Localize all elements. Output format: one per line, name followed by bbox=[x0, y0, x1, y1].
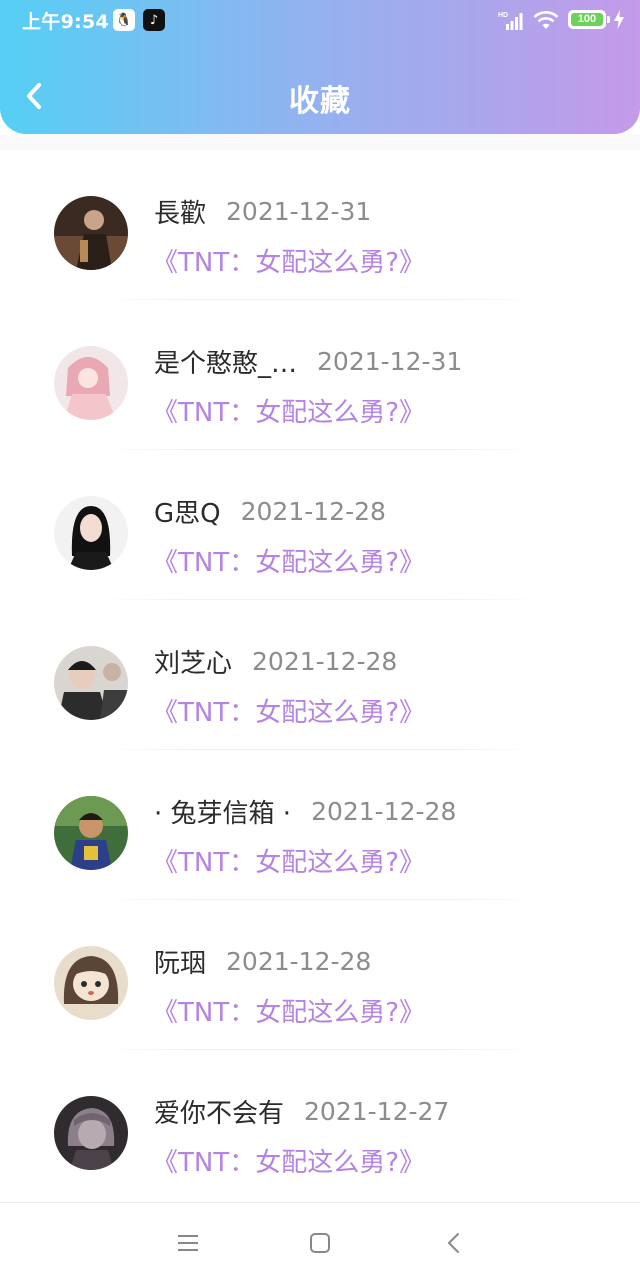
date: 2021-12-31 bbox=[226, 196, 372, 226]
user-name: 是个憨憨_… bbox=[154, 348, 298, 379]
user-name: 長歡 bbox=[154, 198, 207, 229]
home-button[interactable] bbox=[306, 1229, 334, 1257]
menu-button[interactable] bbox=[174, 1229, 202, 1257]
back-triangle-icon bbox=[448, 1233, 459, 1253]
list-item[interactable]: 長歡 2021-12-31 《TNT：女配这么勇?》 bbox=[0, 150, 640, 300]
avatar bbox=[54, 796, 128, 870]
book-title[interactable]: 《TNT：女配这么勇?》 bbox=[152, 392, 425, 429]
header-divider bbox=[0, 134, 640, 150]
charging-bolt-icon bbox=[614, 10, 624, 29]
status-bar: 上午9:54 🐧 ♪ HD 100 bbox=[0, 0, 640, 40]
battery-level: 100 bbox=[571, 13, 603, 26]
book-title[interactable]: 《TNT：女配这么勇?》 bbox=[152, 692, 425, 729]
battery-nub bbox=[607, 16, 610, 23]
user-name: 刘芝心 bbox=[154, 648, 233, 679]
list-item[interactable]: 刘芝心 2021-12-28 《TNT：女配这么勇?》 bbox=[0, 600, 640, 750]
list-item[interactable]: · 兔芽信箱 · 2021-12-28 《TNT：女配这么勇?》 bbox=[0, 750, 640, 900]
system-nav-bar bbox=[0, 1202, 640, 1280]
avatar bbox=[54, 946, 128, 1020]
wifi-icon bbox=[533, 11, 559, 29]
avatar bbox=[54, 496, 128, 570]
user-name: G思Q bbox=[154, 498, 221, 529]
list-item[interactable]: G思Q 2021-12-28 《TNT：女配这么勇?》 bbox=[0, 450, 640, 600]
avatar bbox=[54, 646, 128, 720]
page-title: 收藏 bbox=[289, 84, 351, 119]
date: 2021-12-28 bbox=[226, 946, 372, 976]
date: 2021-12-28 bbox=[240, 496, 386, 526]
avatar bbox=[54, 1096, 128, 1170]
avatar bbox=[54, 346, 128, 420]
date: 2021-12-31 bbox=[317, 346, 463, 376]
network-label: HD bbox=[498, 12, 508, 19]
menu-icon bbox=[178, 1235, 198, 1251]
app-header: 上午9:54 🐧 ♪ HD 100 收藏 bbox=[0, 0, 640, 134]
battery-icon: 100 bbox=[568, 10, 606, 29]
book-title[interactable]: 《TNT：女配这么勇?》 bbox=[152, 1142, 425, 1179]
date: 2021-12-27 bbox=[304, 1096, 450, 1126]
user-name: 阮珚 bbox=[154, 948, 207, 979]
status-time: 上午9:54 bbox=[22, 11, 110, 33]
list-item[interactable]: 阮珚 2021-12-28 《TNT：女配这么勇?》 bbox=[0, 900, 640, 1050]
book-title[interactable]: 《TNT：女配这么勇?》 bbox=[152, 842, 425, 879]
avatar bbox=[54, 196, 128, 270]
book-title[interactable]: 《TNT：女配这么勇?》 bbox=[152, 242, 425, 279]
qq-icon: 🐧 bbox=[113, 9, 135, 31]
date: 2021-12-28 bbox=[311, 796, 457, 826]
home-square-icon bbox=[310, 1233, 330, 1253]
user-name: 爱你不会有 bbox=[154, 1098, 285, 1129]
signal-icon: HD bbox=[498, 12, 523, 30]
user-name: · 兔芽信箱 · bbox=[154, 798, 292, 829]
system-back-button[interactable] bbox=[440, 1229, 468, 1257]
book-title[interactable]: 《TNT：女配这么勇?》 bbox=[152, 992, 425, 1029]
book-title[interactable]: 《TNT：女配这么勇?》 bbox=[152, 542, 425, 579]
list-item[interactable]: 爱你不会有 2021-12-27 《TNT：女配这么勇?》 bbox=[0, 1050, 640, 1200]
date: 2021-12-28 bbox=[252, 646, 398, 676]
list-item[interactable]: 是个憨憨_… 2021-12-31 《TNT：女配这么勇?》 bbox=[0, 300, 640, 450]
tiktok-icon: ♪ bbox=[143, 9, 165, 31]
